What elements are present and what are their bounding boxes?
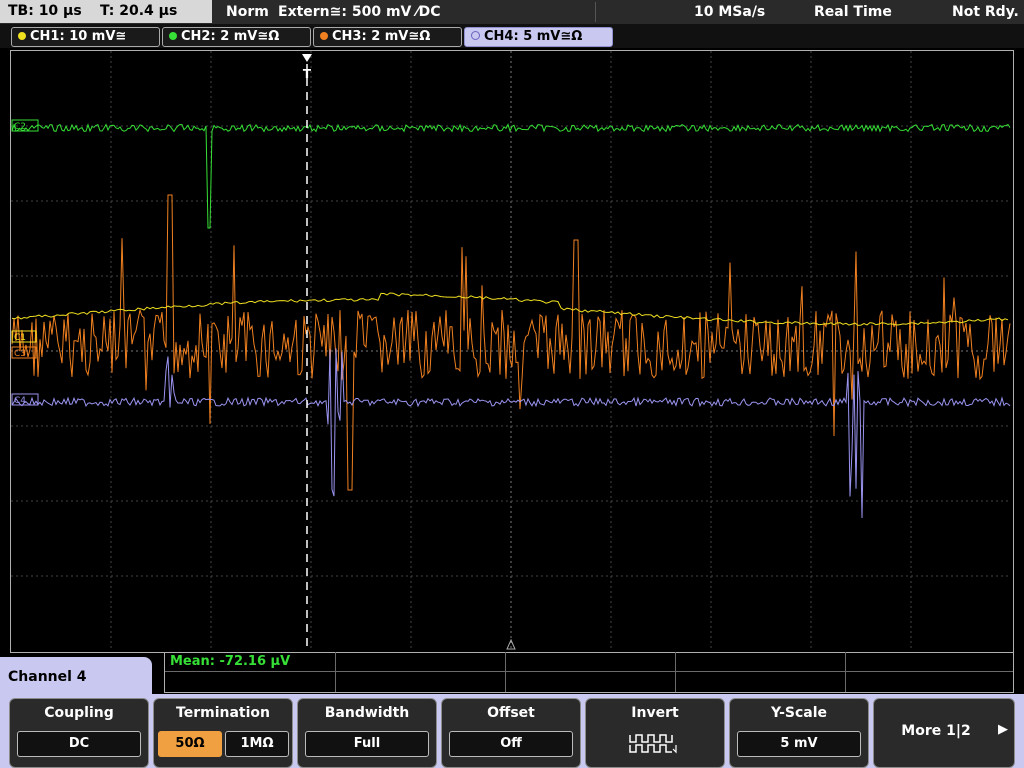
bandwidth-label: Bandwidth: [324, 705, 410, 721]
measurement-cell-divider: [335, 652, 336, 692]
y-scale-label: Y-Scale: [770, 705, 827, 721]
offset-label: Offset: [487, 705, 535, 721]
mean-measurement[interactable]: Mean: -72.16 µV: [170, 654, 290, 669]
bandwidth-value[interactable]: Full: [305, 731, 429, 757]
ch1-trace: [11, 292, 1009, 326]
measurement-panel: Mean: -72.16 µV: [164, 652, 1014, 693]
ch4-trace-label: C4: [14, 396, 26, 406]
invert-softkey[interactable]: Invert: [585, 698, 725, 768]
measurement-cell-divider: [845, 652, 846, 692]
trigger-marker-label: T: [303, 67, 312, 81]
y-scale-softkey[interactable]: Y-Scale 5 mV: [729, 698, 869, 768]
termination-1mohm-option[interactable]: 1MΩ: [225, 731, 289, 757]
termination-50ohm-option[interactable]: 50Ω: [158, 731, 222, 757]
ch1-trace-label: C1: [14, 333, 26, 343]
measurement-cell-divider: [675, 652, 676, 692]
coupling-label: Coupling: [44, 705, 114, 721]
graticule: [11, 51, 1011, 651]
more-label: More 1|2: [901, 723, 971, 739]
invert-label: Invert: [631, 705, 679, 721]
offset-softkey[interactable]: Offset Off: [441, 698, 581, 768]
bandwidth-softkey[interactable]: Bandwidth Full: [297, 698, 437, 768]
invert-waveform-icon: [629, 734, 677, 754]
measurement-row-divider: [165, 671, 1013, 672]
ch3-trace-label: C3: [14, 349, 26, 359]
coupling-value[interactable]: DC: [17, 731, 141, 757]
next-page-arrow-icon: ▶: [998, 722, 1008, 737]
offset-value[interactable]: Off: [449, 731, 573, 757]
termination-softkey[interactable]: Termination 50Ω 1MΩ: [153, 698, 293, 768]
y-scale-value[interactable]: 5 mV: [737, 731, 861, 757]
measurement-cell-divider: [505, 652, 506, 692]
termination-label: Termination: [176, 705, 270, 721]
ch2-trace-label: C2: [14, 122, 26, 132]
more-softkey[interactable]: More 1|2 ▶: [873, 698, 1015, 768]
menu-title: Channel 4: [8, 669, 87, 685]
coupling-softkey[interactable]: Coupling DC: [9, 698, 149, 768]
